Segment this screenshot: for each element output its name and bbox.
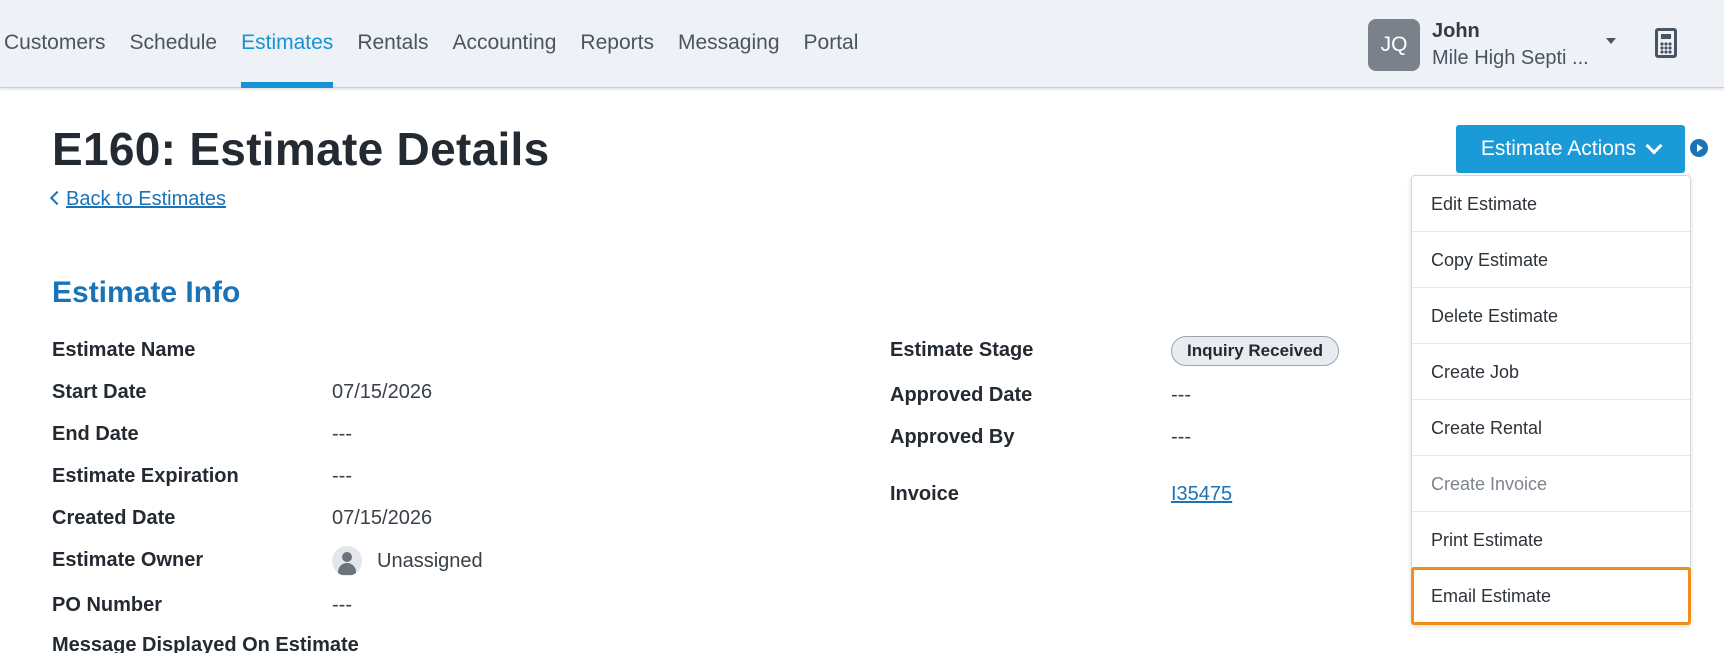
field-label-estimate-owner: Estimate Owner [52, 549, 204, 571]
user-name: John [1432, 20, 1480, 42]
field-value-start-date: 07/15/2026 [332, 381, 433, 403]
field-value-approved-date: --- [1171, 384, 1191, 406]
field-label-estimate-expiration: Estimate Expiration [52, 465, 239, 487]
play-circle-icon[interactable] [1690, 139, 1708, 157]
nav-item-estimates[interactable]: Estimates [229, 0, 345, 88]
menu-item-create-job[interactable]: Create Job [1412, 344, 1690, 400]
chevron-left-icon [49, 190, 65, 206]
user-company: Mile High Septi ... [1432, 47, 1589, 69]
menu-item-copy-estimate[interactable]: Copy Estimate [1412, 232, 1690, 288]
field-value-created-date: 07/15/2026 [332, 507, 433, 529]
top-nav-bar: Customers Schedule Estimates Rentals Acc… [0, 0, 1724, 88]
field-value-approved-by: --- [1171, 426, 1191, 448]
nav-item-schedule[interactable]: Schedule [118, 0, 230, 88]
back-link-label: Back to Estimates [66, 188, 227, 210]
caret-down-icon[interactable] [1606, 38, 1616, 44]
nav-item-customers[interactable]: Customers [0, 0, 118, 88]
field-label-invoice: Invoice [890, 483, 959, 505]
field-label-estimate-name: Estimate Name [52, 339, 196, 361]
field-label-end-date: End Date [52, 423, 139, 445]
field-label-approved-date: Approved Date [890, 384, 1033, 406]
section-title: Estimate Info [52, 276, 241, 309]
nav-item-rentals[interactable]: Rentals [345, 0, 440, 88]
nav-item-accounting[interactable]: Accounting [441, 0, 569, 88]
estimate-actions-menu: Edit Estimate Copy Estimate Delete Estim… [1411, 175, 1691, 625]
nav-item-messaging[interactable]: Messaging [666, 0, 792, 88]
field-value-po-number: --- [332, 594, 352, 616]
menu-item-delete-estimate[interactable]: Delete Estimate [1412, 288, 1690, 344]
field-value-estimate-expiration: --- [332, 465, 352, 487]
user-menu[interactable]: JQ John Mile High Septi ... [1368, 18, 1600, 72]
page-title: E160: Estimate Details [52, 123, 550, 175]
menu-item-edit-estimate[interactable]: Edit Estimate [1412, 176, 1690, 232]
nav-item-reports[interactable]: Reports [568, 0, 666, 88]
estimate-actions-button[interactable]: Estimate Actions [1456, 125, 1685, 173]
status-badge: Inquiry Received [1171, 336, 1340, 366]
menu-item-email-estimate[interactable]: Email Estimate [1411, 567, 1691, 625]
field-label-message: Message Displayed On Estimate [52, 634, 359, 653]
menu-item-print-estimate[interactable]: Print Estimate [1412, 512, 1690, 568]
menu-item-create-invoice: Create Invoice [1412, 456, 1690, 512]
field-label-start-date: Start Date [52, 381, 147, 403]
field-label-estimate-stage: Estimate Stage [890, 339, 1034, 361]
avatar: JQ [1368, 19, 1420, 71]
field-label-created-date: Created Date [52, 507, 176, 529]
invoice-link[interactable]: I35475 [1171, 483, 1232, 506]
chevron-down-icon [1645, 137, 1663, 155]
user-avatar-icon [332, 546, 362, 576]
field-value-estimate-owner[interactable]: Unassigned [377, 550, 483, 573]
main-nav: Customers Schedule Estimates Rentals Acc… [0, 0, 870, 88]
field-label-approved-by: Approved By [890, 426, 1015, 448]
nav-item-portal[interactable]: Portal [792, 0, 871, 88]
back-to-estimates-link[interactable]: Back to Estimates [49, 188, 227, 211]
menu-item-create-rental[interactable]: Create Rental [1412, 400, 1690, 456]
estimate-actions-label: Estimate Actions [1480, 137, 1637, 160]
field-value-end-date: --- [332, 423, 352, 445]
field-label-po-number: PO Number [52, 594, 163, 616]
user-info: John Mile High Septi ... [1432, 18, 1600, 72]
calculator-icon[interactable] [1655, 28, 1677, 58]
